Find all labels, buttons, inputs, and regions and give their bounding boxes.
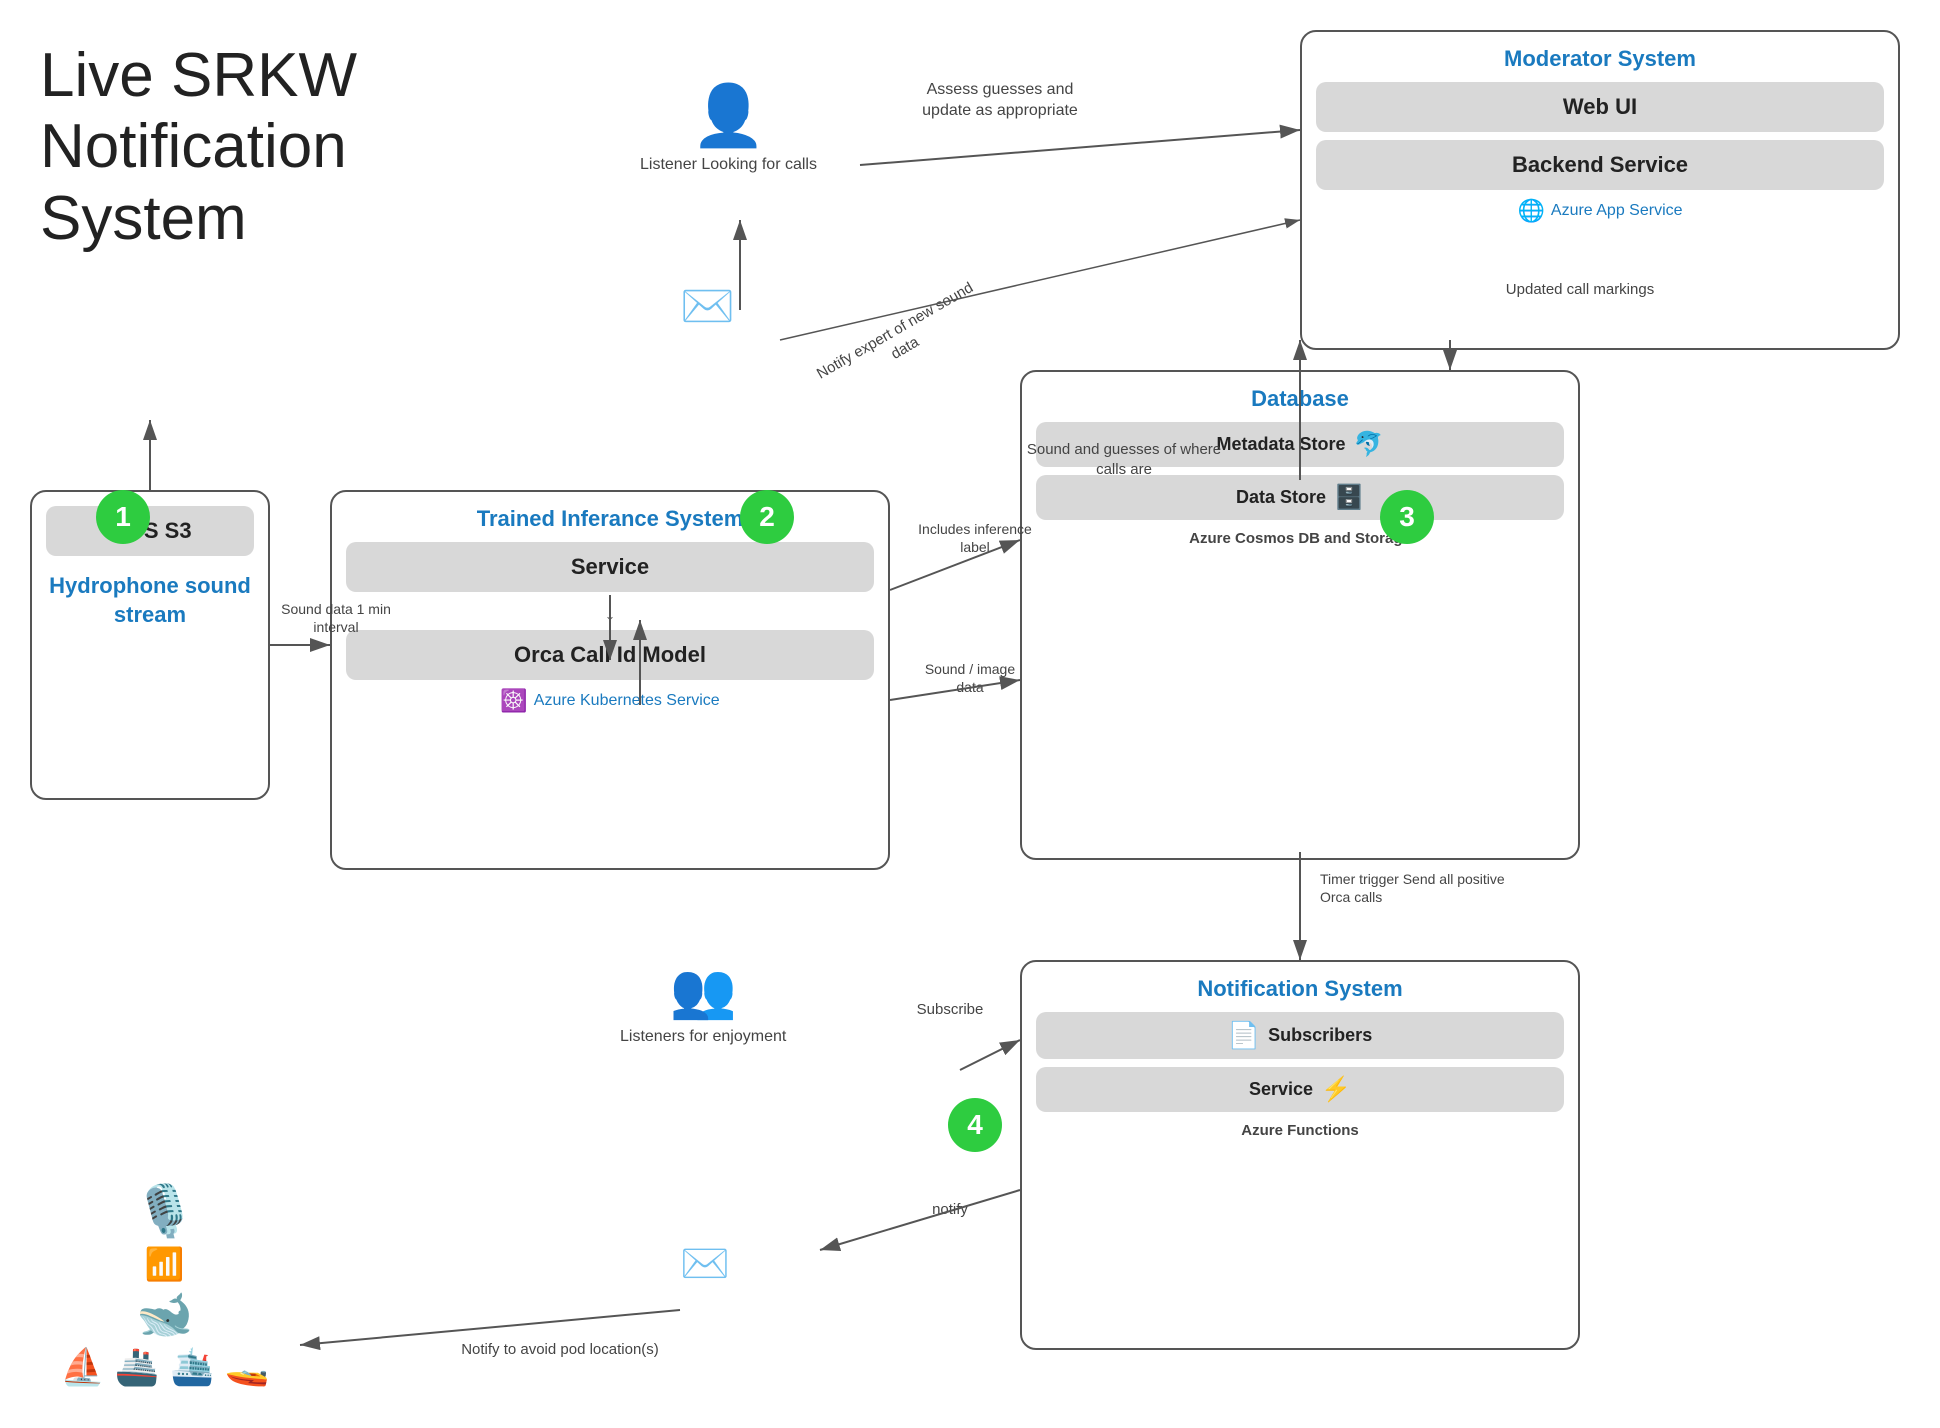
subscribe-label: Subscribe	[870, 1000, 1030, 1020]
listener-label: Listener Looking for calls	[640, 155, 817, 176]
group-icon: 👥	[620, 960, 786, 1023]
updated-call-label: Updated call markings	[1500, 280, 1660, 300]
fn-icon: ⚡	[1321, 1075, 1351, 1104]
listener-person: 👤 Listener Looking for calls	[640, 80, 817, 176]
includes-inference-label: Includes inference label	[910, 520, 1040, 556]
web-ui-box: Web UI	[1316, 82, 1884, 132]
ship-icon-4: 🚤	[224, 1346, 269, 1388]
azure-functions-label: Azure Functions	[1036, 1122, 1564, 1139]
hydrophone-label: Hydrophone sound stream	[46, 572, 254, 629]
step-1: 1	[96, 490, 150, 544]
step-3: 3	[1380, 490, 1434, 544]
doc-icon: 📄	[1228, 1020, 1260, 1051]
db-icon: 🗄️	[1334, 483, 1364, 512]
email-icon: ✉️	[680, 280, 735, 332]
inference-service-box: Service	[346, 542, 874, 592]
step-4: 4	[948, 1098, 1002, 1152]
globe-icon: 🌐	[1517, 198, 1544, 224]
orca-model-box: Orca Call Id Model	[346, 630, 874, 680]
ship-icon-2: 🚢	[115, 1346, 160, 1388]
sound-guesses-label: Sound and guesses of where calls are	[1024, 440, 1224, 479]
notification-service-box: Service ⚡	[1036, 1067, 1564, 1112]
notify-avoid-label: Notify to avoid pod location(s)	[360, 1340, 760, 1360]
listener-email: ✉️	[680, 1240, 730, 1287]
hydrophone-box: AWS S3 Hydrophone sound stream	[30, 490, 270, 800]
notification-system-title: Notification System	[1036, 976, 1564, 1002]
wifi-icon: 📶	[145, 1245, 185, 1283]
notify-label: notify	[890, 1200, 1010, 1220]
expert-email: ✉️	[680, 280, 735, 332]
whale-icon: 🐋	[136, 1287, 193, 1342]
subscribers-box: 📄 Subscribers	[1036, 1012, 1564, 1059]
moderator-system-box: Moderator System Web UI Backend Service …	[1300, 30, 1900, 350]
database-title: Database	[1036, 386, 1564, 412]
person-icon: 👤	[640, 80, 817, 151]
step-2: 2	[740, 490, 794, 544]
assess-guesses-label: Assess guesses and update as appropriate	[900, 80, 1100, 122]
bottom-icons: 🎙️ 📶 🐋 ⛵ 🚢 🛳️ 🚤	[60, 1182, 269, 1388]
listeners-group: 👥 Listeners for enjoyment	[620, 960, 786, 1048]
notify-expert-label: Notify expert of new sound data	[804, 273, 997, 407]
ship-row: ⛵ 🚢 🛳️ 🚤	[60, 1346, 269, 1388]
ship-icon-3: 🛳️	[170, 1346, 215, 1388]
backend-service-box: Backend Service	[1316, 140, 1884, 190]
page-title: Live SRKW Notification System	[40, 40, 357, 254]
timer-trigger-label: Timer trigger Send all positive Orca cal…	[1320, 870, 1520, 906]
azure-app-service-label: 🌐 Azure App Service	[1316, 198, 1884, 224]
moderator-system-title: Moderator System	[1316, 46, 1884, 72]
inference-system-title: Trained Inferance System	[346, 506, 874, 532]
azure-cosmos-label: Azure Cosmos DB and Storage	[1036, 530, 1564, 547]
azure-k8s-label: ☸️ Azure Kubernetes Service	[346, 688, 874, 714]
listeners-enjoyment-label: Listeners for enjoyment	[620, 1027, 786, 1048]
inference-system-box: Trained Inferance System Service ↓ Orca …	[330, 490, 890, 870]
k8s-icon: ☸️	[500, 688, 527, 714]
listener-email-icon: ✉️	[680, 1240, 730, 1287]
data-store-box: Data Store 🗄️	[1036, 475, 1564, 520]
ship-icon-1: ⛵	[60, 1346, 105, 1388]
notification-system-box: Notification System 📄 Subscribers Servic…	[1020, 960, 1580, 1350]
sound-data-label: Sound data 1 min interval	[276, 600, 396, 636]
diagram-container: Live SRKW Notification System	[0, 0, 1940, 1428]
aws-s3-box: AWS S3	[46, 506, 254, 556]
sound-image-label: Sound / image data	[910, 660, 1030, 696]
metadata-icon: 🐬	[1354, 430, 1384, 459]
mic-icon: 🎙️	[134, 1182, 196, 1241]
